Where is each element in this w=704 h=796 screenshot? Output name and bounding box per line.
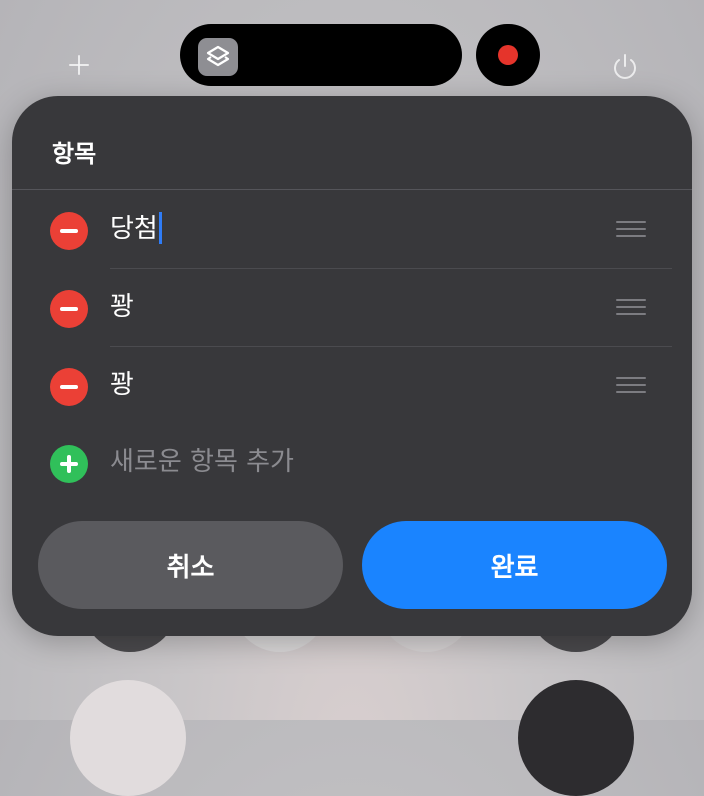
item-text-field[interactable]: 꽝 xyxy=(110,365,134,405)
item-text-field[interactable]: 당첨 xyxy=(110,209,162,249)
add-item-placeholder[interactable]: 새로운 항목 추가 xyxy=(110,442,294,482)
cancel-button[interactable]: 취소 xyxy=(38,521,343,609)
item-label: 꽝 xyxy=(110,370,134,400)
list-editor-panel: 항목 당첨 꽝 꽝 새로운 항목 추가 취소 완료 xyxy=(12,96,692,636)
reorder-handle-icon[interactable] xyxy=(616,377,646,393)
add-item-row[interactable]: 새로운 항목 추가 xyxy=(12,424,692,502)
delete-item-button[interactable] xyxy=(50,290,88,328)
add-item-button[interactable] xyxy=(50,445,88,483)
delete-item-button[interactable] xyxy=(50,368,88,406)
background-control-6 xyxy=(518,680,634,796)
panel-title: 항목 xyxy=(52,140,97,168)
shortcuts-layers-icon xyxy=(198,38,238,76)
list-item: 꽝 xyxy=(12,269,692,347)
divider xyxy=(12,189,692,190)
plus-icon[interactable] xyxy=(64,50,94,80)
item-text-field[interactable]: 꽝 xyxy=(110,287,134,327)
item-label: 꽝 xyxy=(110,292,134,322)
done-button[interactable]: 완료 xyxy=(362,521,667,609)
reorder-handle-icon[interactable] xyxy=(616,299,646,315)
list-item: 당첨 xyxy=(12,191,692,269)
item-label: 당첨 xyxy=(110,214,158,244)
text-cursor xyxy=(158,211,162,244)
delete-item-button[interactable] xyxy=(50,212,88,250)
record-dot-icon xyxy=(498,45,518,65)
background-control-5 xyxy=(70,680,186,796)
list-item: 꽝 xyxy=(12,347,692,425)
recording-indicator xyxy=(476,24,540,86)
power-icon[interactable] xyxy=(608,50,642,84)
reorder-handle-icon[interactable] xyxy=(616,221,646,237)
dynamic-island xyxy=(180,24,462,86)
